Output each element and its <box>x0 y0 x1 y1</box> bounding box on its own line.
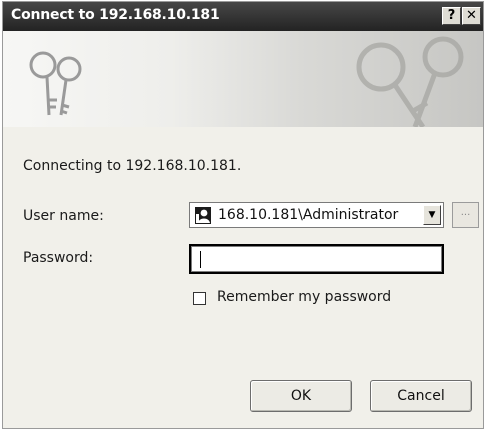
banner-keys-art <box>356 36 464 127</box>
connecting-text: Connecting to 192.168.10.181. <box>23 158 242 174</box>
window-title: Connect to 192.168.10.181 <box>11 7 220 23</box>
username-value: 168.10.181\Administrator <box>218 207 399 223</box>
user-icon <box>195 207 211 224</box>
keys-icon <box>29 51 82 116</box>
help-button[interactable]: ? <box>442 7 461 25</box>
remember-checkbox[interactable] <box>193 292 206 305</box>
password-input[interactable] <box>189 244 444 274</box>
cancel-button[interactable]: Cancel <box>370 380 472 412</box>
connect-dialog: Connect to 192.168.10.181 ? ✕ Connecting… <box>2 1 484 429</box>
text-caret <box>200 251 201 268</box>
dialog-banner <box>3 31 483 127</box>
username-combobox[interactable]: 168.10.181\Administrator ▼ <box>189 202 444 228</box>
username-label: User name: <box>23 208 104 224</box>
password-label: Password: <box>23 250 94 266</box>
close-button[interactable]: ✕ <box>462 7 481 25</box>
ok-button[interactable]: OK <box>250 380 352 412</box>
dropdown-arrow-icon[interactable]: ▼ <box>423 205 441 225</box>
title-bar[interactable]: Connect to 192.168.10.181 ? ✕ <box>3 2 483 31</box>
browse-button[interactable]: ... <box>452 202 479 228</box>
remember-label[interactable]: Remember my password <box>217 289 391 305</box>
